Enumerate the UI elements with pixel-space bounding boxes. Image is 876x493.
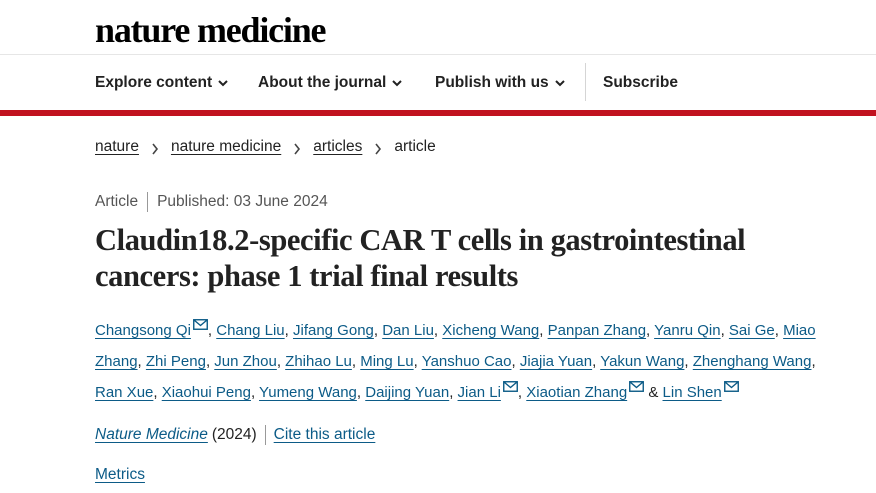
article-meta: Article Published: 03 June 2024: [95, 192, 328, 212]
chevron-right-icon: [151, 141, 159, 155]
author-separator: ,: [774, 322, 779, 339]
author-link[interactable]: Zhihao Lu: [285, 353, 352, 370]
author-separator: ,: [592, 353, 597, 370]
author-link[interactable]: Xiaohui Peng: [162, 384, 251, 401]
author-separator: ,: [449, 384, 454, 401]
author-separator: ,: [207, 322, 213, 339]
nav-explore-content[interactable]: Explore content: [95, 73, 228, 93]
published-date: Published: 03 June 2024: [157, 193, 328, 210]
site-header: nature medicine: [0, 0, 876, 55]
accent-bar: [0, 110, 876, 116]
author-separator: ,: [511, 353, 516, 370]
author-separator: ,: [539, 322, 544, 339]
breadcrumb-current: article: [394, 138, 436, 155]
breadcrumb-link-articles[interactable]: articles: [313, 137, 362, 157]
nav-label: Subscribe: [603, 74, 678, 91]
chevron-down-icon: [218, 78, 228, 88]
author-separator: ,: [356, 384, 362, 401]
author-separator-and: &: [648, 384, 659, 401]
chevron-right-icon: [374, 141, 382, 155]
author-link[interactable]: Jiajia Yuan: [520, 353, 592, 370]
mail-icon[interactable]: [502, 381, 518, 392]
author-separator: ,: [433, 322, 439, 339]
author-link[interactable]: Sai Ge: [729, 322, 775, 339]
author-separator: ,: [373, 322, 379, 339]
breadcrumb-link-nature[interactable]: nature: [95, 137, 139, 157]
author-separator: ,: [276, 353, 281, 370]
author-link[interactable]: Lin Shen: [663, 384, 722, 401]
journal-link[interactable]: Nature Medicine: [95, 425, 208, 445]
author-list: Changsong Qi, Chang Liu, Jifang Gong, Da…: [95, 315, 845, 408]
author-separator: ,: [517, 384, 523, 401]
author-link[interactable]: Daijing Yuan: [365, 384, 449, 401]
citation-line: Nature Medicine (2024) Cite this article: [95, 425, 375, 445]
author-link[interactable]: Jifang Gong: [293, 322, 374, 339]
chevron-down-icon: [554, 78, 565, 88]
journal-logo[interactable]: nature medicine: [95, 10, 327, 50]
divider: [264, 425, 266, 445]
author-separator: ,: [351, 353, 357, 370]
mail-icon[interactable]: [629, 381, 645, 392]
author-link[interactable]: Jian Li: [458, 384, 501, 401]
author-link[interactable]: Yanshuo Cao: [422, 353, 512, 370]
nav-subscribe[interactable]: Subscribe: [603, 73, 678, 93]
publication-year: (2024): [211, 426, 257, 443]
author-link[interactable]: Chang Liu: [216, 322, 284, 339]
metrics-link[interactable]: Metrics: [95, 465, 145, 485]
author-link[interactable]: Ran Xue: [95, 384, 153, 401]
main-nav: Explore content About the journal Publis…: [0, 55, 876, 111]
article-type: Article: [95, 193, 139, 210]
author-link[interactable]: Zhi Peng: [146, 353, 206, 370]
author-link[interactable]: Yakun Wang: [600, 353, 684, 370]
author-separator: ,: [811, 353, 816, 370]
nav-divider: [585, 63, 586, 101]
author-separator: ,: [413, 353, 418, 370]
author-link[interactable]: Changsong Qi: [95, 322, 191, 339]
author-link[interactable]: Dan Liu: [382, 322, 434, 339]
author-link[interactable]: Xiaotian Zhang: [526, 384, 627, 401]
author-separator: ,: [684, 353, 689, 370]
author-link[interactable]: Zhenghang Wang: [693, 353, 812, 370]
nav-label: About the journal: [258, 74, 387, 91]
chevron-right-icon: [293, 141, 301, 155]
breadcrumb: nature nature medicine articles article: [95, 137, 436, 157]
nav-label: Explore content: [95, 74, 213, 91]
divider: [147, 192, 149, 212]
mail-icon[interactable]: [723, 381, 739, 392]
article-title: Claudin18.2-specific CAR T cells in gast…: [95, 223, 746, 293]
breadcrumb-link-nature-medicine[interactable]: nature medicine: [171, 137, 281, 157]
author-separator: ,: [646, 322, 651, 339]
nav-about-journal[interactable]: About the journal: [258, 73, 403, 93]
author-separator: ,: [250, 384, 256, 401]
author-separator: ,: [153, 384, 158, 401]
author-separator: ,: [205, 353, 211, 370]
author-link[interactable]: Jun Zhou: [214, 353, 277, 370]
author-separator: ,: [137, 353, 142, 370]
chevron-down-icon: [392, 78, 403, 88]
author-link[interactable]: Panpan Zhang: [548, 322, 646, 339]
cite-article-link[interactable]: Cite this article: [274, 425, 376, 445]
author-separator: ,: [720, 322, 725, 339]
nav-publish-with-us[interactable]: Publish with us: [435, 73, 565, 93]
author-link[interactable]: Ming Lu: [360, 353, 413, 370]
author-link[interactable]: Yumeng Wang: [259, 384, 357, 401]
author-link[interactable]: Yanru Qin: [654, 322, 720, 339]
author-link[interactable]: Xicheng Wang: [442, 322, 539, 339]
author-separator: ,: [284, 322, 289, 339]
nav-label: Publish with us: [435, 74, 549, 91]
mail-icon[interactable]: [192, 319, 208, 330]
